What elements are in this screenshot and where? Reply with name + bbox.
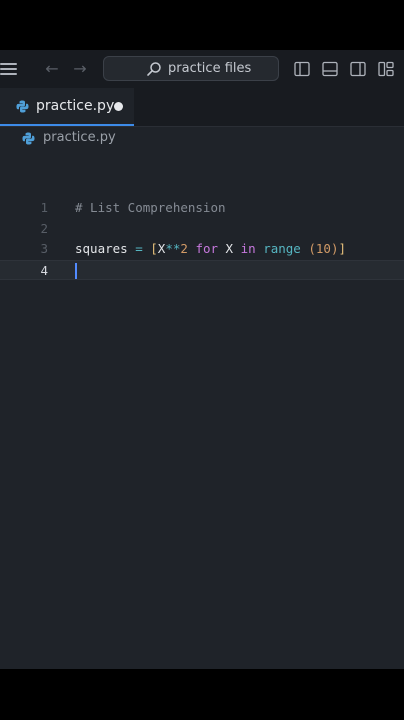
python-file-icon [22, 132, 35, 145]
code-line[interactable]: 2 [0, 219, 404, 239]
toggle-panel-icon[interactable] [322, 61, 338, 77]
code-token: range [263, 241, 301, 257]
code-token: ] [338, 241, 347, 257]
python-file-icon [16, 100, 29, 113]
line-number: 2 [40, 220, 48, 236]
code-text: squares = [X**2 for X in range (10)] [75, 239, 346, 259]
code-text: # List Comprehension [75, 198, 226, 218]
tab-label: practice.py [36, 98, 115, 114]
code-token: in [240, 241, 256, 257]
editor-tab-bar: practice.py [0, 88, 404, 127]
line-number: 1 [40, 200, 48, 215]
code-token: 2 [180, 241, 188, 257]
code-editor-window: ← → practice files practice.py practice.… [0, 50, 404, 669]
code-token: squares [75, 241, 128, 257]
code-token: X [218, 241, 241, 257]
code-line[interactable]: 3 squares = [X**2 for X in range (10)] [0, 239, 404, 259]
search-label: practice files [168, 61, 252, 76]
toggle-secondary-sidebar-icon[interactable] [350, 61, 366, 77]
forward-arrow-icon[interactable]: → [70, 59, 90, 79]
code-line[interactable]: 1 # List Comprehension [0, 198, 404, 218]
code-token: for [195, 241, 219, 257]
tab-practice-py[interactable]: practice.py [0, 88, 134, 126]
line-number: 4 [40, 263, 48, 279]
code-token: ** [165, 241, 181, 257]
title-bar: ← → practice files [0, 50, 404, 89]
code-token: 10 [315, 241, 331, 257]
search-icon [147, 62, 161, 76]
code-token: [ [150, 241, 158, 257]
back-arrow-icon[interactable]: ← [42, 59, 62, 79]
code-token: ) [330, 241, 339, 257]
top-letterbox [0, 0, 404, 50]
customize-layout-icon[interactable] [378, 61, 394, 77]
code-editor[interactable]: 1 # List Comprehension 2 3 squares = [X**2 f… [0, 150, 404, 669]
breadcrumb: practice.py [0, 126, 404, 150]
code-token: ( [308, 241, 316, 257]
code-line[interactable]: 4 [0, 260, 404, 281]
command-center-search[interactable]: practice files [103, 56, 279, 81]
code-token: = [127, 241, 151, 257]
toggle-primary-sidebar-icon[interactable] [294, 61, 310, 77]
menu-icon[interactable] [0, 62, 18, 76]
text-caret [75, 263, 77, 280]
unsaved-dot-icon[interactable] [114, 102, 123, 111]
code-token: # List Comprehension [75, 200, 226, 215]
breadcrumb-file[interactable]: practice.py [43, 130, 116, 145]
line-number: 3 [40, 241, 48, 257]
bottom-letterbox [0, 669, 404, 720]
